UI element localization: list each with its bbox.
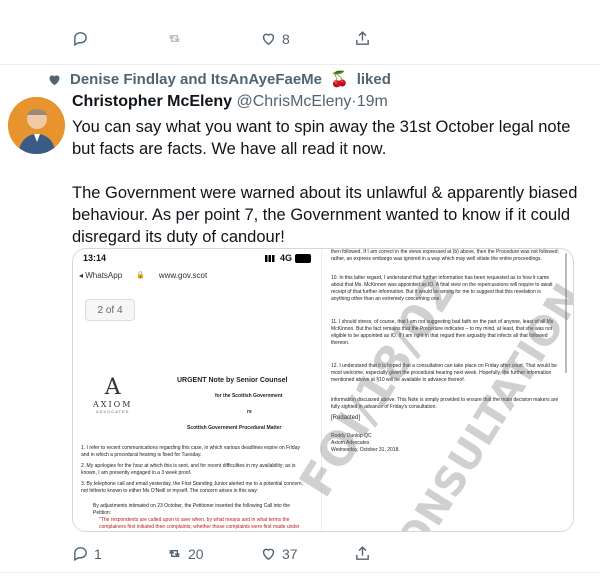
retweet-icon bbox=[169, 549, 180, 558]
reply-button[interactable] bbox=[72, 30, 94, 47]
reply-icon bbox=[74, 547, 87, 562]
like-button-main[interactable]: 37 bbox=[260, 545, 298, 562]
heart-icon bbox=[262, 548, 275, 561]
share-icon bbox=[356, 546, 369, 560]
tweet-paragraph-1: You can say what you want to spin away t… bbox=[72, 118, 571, 158]
share-icon bbox=[356, 31, 369, 45]
like-count: 8 bbox=[282, 30, 290, 47]
avatar[interactable] bbox=[8, 97, 65, 154]
retweet-button[interactable] bbox=[166, 30, 188, 47]
handle[interactable]: @ChrisMcEleny bbox=[236, 93, 351, 110]
previous-tweet-actions: 8 bbox=[0, 0, 600, 65]
heart-icon bbox=[262, 33, 275, 46]
browser-url-bar: ◂ WhatsApp 🔒 www.gov.scot bbox=[73, 267, 321, 283]
doc-re: re bbox=[247, 409, 252, 415]
document-page-left: A AXIOM ADVOCATES URGENT Note by Senior … bbox=[73, 323, 321, 531]
battery-icon bbox=[295, 253, 311, 263]
doc-matter: Scottish Government Procedural Matter bbox=[187, 425, 282, 431]
retweet-button-main[interactable]: 20 bbox=[166, 545, 204, 562]
lock-icon: 🔒 bbox=[136, 272, 145, 279]
doc-item-2: 2. My apologies for the hour at which th… bbox=[81, 463, 296, 476]
doc-red-quote: "The respondents are called upon to aver… bbox=[99, 517, 300, 530]
media-attachment[interactable]: 13:14 4G ◂ WhatsApp 🔒 www.gov.scot 2 of … bbox=[72, 248, 574, 532]
phone-time: 13:14 bbox=[83, 253, 107, 263]
liked-by-line: Denise Findlay and ItsAnAyeFaeMe 🍒 liked bbox=[47, 70, 391, 88]
avatar-portrait bbox=[8, 97, 65, 154]
doc-item-1: 1. I refer to recent communications rega… bbox=[81, 445, 300, 458]
display-name[interactable]: Christopher McEleny bbox=[72, 93, 232, 110]
tweet-text: You can say what you want to spin away t… bbox=[72, 116, 592, 270]
cherry-emoji: 🍒 bbox=[330, 71, 349, 88]
doc-title: URGENT Note by Senior Counsel bbox=[177, 377, 288, 384]
like-count-main: 37 bbox=[282, 545, 298, 562]
timestamp[interactable]: 19m bbox=[357, 93, 388, 110]
retweet-icon bbox=[169, 34, 180, 43]
reply-button-main[interactable]: 1 bbox=[72, 545, 102, 562]
doc-for: for the Scottish Government bbox=[215, 393, 283, 399]
back-to-whatsapp: ◂ WhatsApp bbox=[79, 270, 123, 280]
signal-bars-icon bbox=[264, 254, 277, 262]
phone-signal: 4G bbox=[264, 253, 311, 263]
share-button[interactable] bbox=[354, 30, 371, 47]
doc-item-3a: By adjustments intimated on 23 October, … bbox=[93, 503, 291, 516]
reply-count-main: 1 bbox=[94, 545, 102, 562]
reply-icon bbox=[74, 32, 87, 47]
page-indicator: 2 of 4 bbox=[85, 299, 135, 321]
liked-by-names[interactable]: Denise Findlay and ItsAnAyeFaeMe bbox=[70, 71, 322, 88]
heart-filled-icon bbox=[49, 74, 60, 85]
url-text: www.gov.scot bbox=[158, 270, 208, 280]
tweet-paragraph-2: The Government were warned about its unl… bbox=[72, 184, 578, 246]
axiom-logo: A AXIOM ADVOCATES bbox=[93, 375, 133, 414]
like-button[interactable]: 8 bbox=[260, 30, 290, 47]
doc-item-3: 3. By telephone call and email yesterday… bbox=[81, 481, 303, 494]
share-button-main[interactable] bbox=[354, 545, 371, 562]
liked-suffix: liked bbox=[356, 70, 391, 88]
phone-status-bar: 13:14 4G bbox=[73, 249, 321, 267]
tweet-divider bbox=[0, 572, 600, 573]
doc-right-para-0: then followed. If I am correct in the vi… bbox=[331, 249, 559, 262]
retweet-count-main: 20 bbox=[188, 545, 204, 562]
phone-screenshot-left: 13:14 4G ◂ WhatsApp 🔒 www.gov.scot 2 of … bbox=[73, 249, 322, 531]
tweet-header: Christopher McEleny @ChrisMcEleny·19m bbox=[72, 93, 388, 111]
